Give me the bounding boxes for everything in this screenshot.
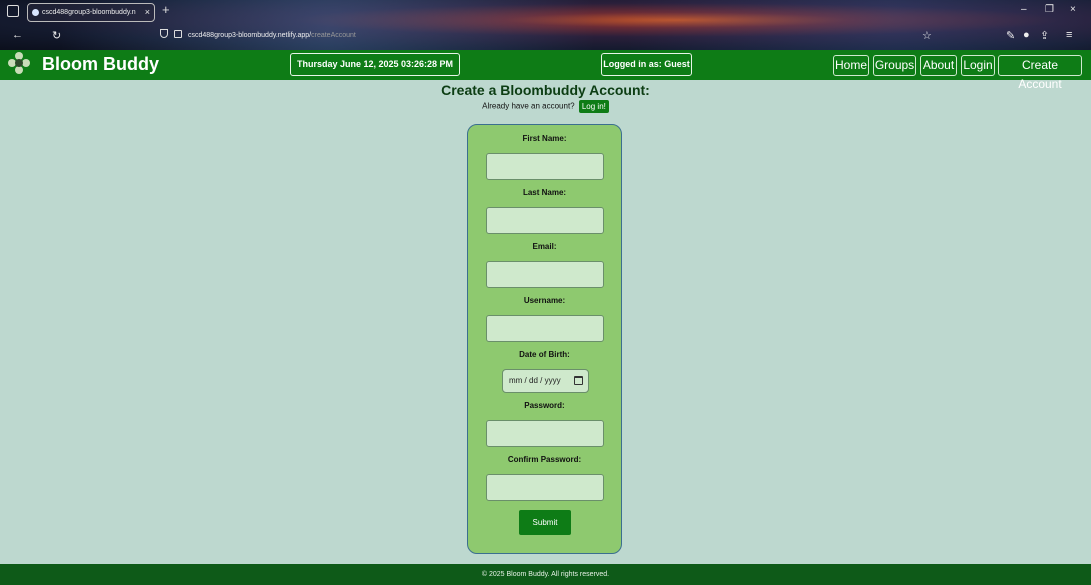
dob-field[interactable]: mm / dd / yyyy (502, 369, 589, 393)
username-field[interactable] (486, 315, 604, 342)
first-name-label: First Name: (522, 134, 567, 143)
share-icon[interactable]: ⇪ (1040, 29, 1049, 42)
profile-icon[interactable]: ● (1023, 29, 1030, 41)
nav-about[interactable]: About (920, 55, 957, 76)
tab-title: cscd488group3-bloombuddy.n (42, 9, 136, 16)
login-prompt-text: Already have an account? (482, 101, 575, 111)
tab-close-icon[interactable]: × (145, 4, 150, 21)
create-account-form: First Name: Last Name: Email: Username: … (467, 124, 622, 554)
calendar-icon[interactable] (574, 376, 583, 385)
close-window-button[interactable]: × (1070, 4, 1076, 15)
nav-groups[interactable]: Groups (873, 55, 916, 76)
password-field[interactable] (486, 420, 604, 447)
confirm-password-field[interactable] (486, 474, 604, 501)
browser-chrome: cscd488group3-bloombuddy.n × + – ❐ × ← ↻… (0, 0, 1091, 50)
url-main: cscd488group3-bloombuddy.netlify.app/ (188, 32, 312, 39)
new-tab-button[interactable]: + (162, 2, 170, 17)
app-header: Bloom Buddy Thursday June 12, 2025 03:26… (0, 50, 1091, 91)
username-label: Username: (523, 296, 566, 305)
nav-login[interactable]: Login (961, 55, 995, 76)
browser-tab[interactable]: cscd488group3-bloombuddy.n × (27, 3, 155, 22)
password-label: Password: (524, 401, 565, 410)
page-title: Create a Bloombuddy Account: (441, 82, 650, 98)
reload-icon[interactable]: ↻ (52, 29, 61, 42)
maximize-button[interactable]: ❐ (1045, 4, 1054, 15)
bookmark-star-icon[interactable]: ☆ (922, 29, 932, 42)
url-path: createAccount (311, 32, 356, 39)
logo-petal (22, 59, 30, 67)
menu-icon[interactable]: ≡ (1066, 29, 1072, 41)
login-prompt: Already have an account? Log in! (0, 100, 1091, 113)
url-bar[interactable]: cscd488group3-bloombuddy.netlify.app/cre… (160, 29, 356, 39)
tab-strip: cscd488group3-bloombuddy.n × + – ❐ × (0, 0, 1091, 24)
favicon-icon (32, 9, 39, 16)
submit-button[interactable]: Submit (519, 510, 571, 535)
email-field[interactable] (486, 261, 604, 288)
last-name-field[interactable] (486, 207, 604, 234)
back-icon[interactable]: ← (12, 29, 23, 41)
lock-icon (174, 30, 182, 38)
minimize-button[interactable]: – (1021, 4, 1027, 15)
first-name-field[interactable] (486, 153, 604, 180)
logo-center (15, 59, 23, 67)
login-button[interactable]: Log in! (578, 100, 609, 113)
extension-icon[interactable]: ✎ (1006, 29, 1015, 42)
dob-placeholder: mm / dd / yyyy (509, 376, 561, 385)
dob-label: Date of Birth: (519, 350, 570, 359)
browser-nav-row: ← ↻ cscd488group3-bloombuddy.netlify.app… (0, 26, 1091, 48)
last-name-label: Last Name: (522, 188, 567, 197)
nav-create-account[interactable]: Create Account (998, 55, 1082, 91)
footer: © 2025 Bloom Buddy. All rights reserved. (0, 564, 1091, 585)
datetime-display: Thursday June 12, 2025 03:26:28 PM (290, 53, 460, 76)
email-label: Email: (532, 242, 557, 251)
brand-title[interactable]: Bloom Buddy (42, 54, 159, 75)
shield-icon (160, 29, 168, 38)
logo[interactable] (8, 52, 30, 78)
window-icon[interactable] (7, 5, 19, 17)
logo-petal (15, 66, 23, 74)
confirm-password-label: Confirm Password: (507, 455, 582, 464)
nav-home[interactable]: Home (833, 55, 869, 76)
logged-in-status: Logged in as: Guest (601, 53, 692, 76)
